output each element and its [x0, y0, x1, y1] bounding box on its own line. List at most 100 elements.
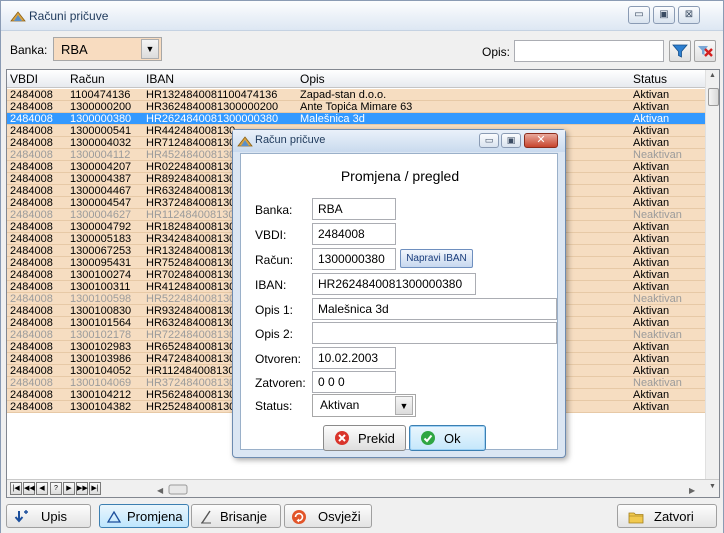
- prekid-button[interactable]: Prekid: [323, 425, 406, 451]
- banka-field[interactable]: RBA: [312, 198, 396, 220]
- table-cell: 1300004467: [70, 185, 132, 197]
- field-label-opis2: Opis 2:: [255, 327, 294, 341]
- previous-page-icon[interactable]: ◀◀: [23, 482, 35, 495]
- scroll-up-icon[interactable]: ▲: [709, 72, 716, 79]
- table-cell: 1300004032: [70, 137, 132, 149]
- svg-text:◀: ◀: [157, 486, 164, 495]
- filter-button[interactable]: [669, 40, 691, 62]
- table-cell: 2484008: [10, 293, 53, 305]
- table-row[interactable]: 2484008 1300000380 HR2624840081300000380 Ma…: [7, 113, 705, 125]
- vbdi-field[interactable]: 2484008: [312, 223, 396, 245]
- table-row[interactable]: 2484008 1100474136 HR1324840081100474136 Za…: [7, 89, 705, 101]
- prekid-label: Prekid: [358, 431, 395, 446]
- title-bar: Računi pričuve ▭ ▣ ⊠: [1, 1, 723, 31]
- table-cell: Aktivan: [633, 173, 670, 185]
- status-select[interactable]: Aktivan ▼: [312, 394, 416, 417]
- refresh-icon: [292, 510, 306, 524]
- dialog-title: Račun pričuve: [255, 134, 326, 146]
- zatvori-button[interactable]: Zatvori: [617, 504, 717, 528]
- banka-label: Banka:: [10, 43, 48, 57]
- table-cell: 2484008: [10, 353, 53, 365]
- last-page-icon[interactable]: ▶|: [89, 482, 101, 495]
- field-label-banka: Banka:: [255, 203, 293, 217]
- table-cell: 2484008: [10, 269, 53, 281]
- field-label-opis1: Opis 1:: [255, 303, 294, 317]
- otvoren-field[interactable]: 10.02.2003: [312, 347, 396, 369]
- column-header-racun[interactable]: Račun: [70, 72, 105, 86]
- napravi-iban-button[interactable]: Napravi IBAN: [400, 249, 473, 268]
- table-cell: 2484008: [10, 245, 53, 257]
- help-icon[interactable]: ?: [50, 482, 62, 495]
- clear-filter-button[interactable]: [694, 40, 716, 62]
- opis1-field[interactable]: Malešnica 3d: [312, 298, 557, 320]
- table-cell: 2484008: [10, 197, 53, 209]
- horizontal-scrollbar[interactable]: ◀ ▶: [157, 484, 702, 495]
- table-cell: Aktivan: [633, 89, 670, 101]
- table-cell: 2484008: [10, 401, 53, 413]
- table-cell: Aktivan: [633, 269, 670, 281]
- table-cell: 1300004112: [70, 149, 131, 161]
- folder-icon: [628, 512, 644, 524]
- ok-button[interactable]: Ok: [409, 425, 486, 451]
- table-cell: 2484008: [10, 305, 53, 317]
- zatvoren-field[interactable]: 0 0 0: [312, 371, 396, 393]
- upis-button[interactable]: Upis: [6, 504, 91, 528]
- osvjezi-button[interactable]: Osvježi: [284, 504, 372, 528]
- brisanje-label: Brisanje: [220, 509, 267, 524]
- first-page-icon[interactable]: |◀: [10, 482, 22, 495]
- dialog-close-button[interactable]: ✕: [524, 133, 558, 148]
- table-cell: 2484008: [10, 281, 53, 293]
- table-cell: 1300102178: [70, 329, 132, 341]
- brisanje-button[interactable]: Brisanje: [191, 504, 281, 528]
- column-header-status[interactable]: Status: [633, 72, 667, 86]
- field-label-vbdi: VBDI:: [255, 228, 287, 242]
- table-cell: 1300004387: [70, 173, 132, 185]
- racun-field[interactable]: 1300000380: [312, 248, 396, 270]
- close-button[interactable]: ⊠: [678, 6, 700, 24]
- column-header-opis[interactable]: Opis: [300, 72, 325, 86]
- column-header-iban[interactable]: IBAN: [146, 72, 174, 86]
- field-label-otvoren: Otvoren:: [255, 352, 302, 366]
- status-chevron-down-icon[interactable]: ▼: [395, 396, 413, 415]
- table-cell: Neaktivan: [633, 329, 682, 341]
- cancel-icon: [335, 431, 349, 445]
- table-cell: 1300000200: [70, 101, 132, 113]
- upis-label: Upis: [41, 509, 68, 524]
- filter-icon: [672, 44, 688, 58]
- table-row[interactable]: 2484008 1300000200 HR3624840081300000200 An…: [7, 101, 705, 113]
- chevron-down-icon[interactable]: ▼: [141, 39, 159, 59]
- previous-record-icon[interactable]: ◀: [36, 482, 48, 495]
- zatvori-label: Zatvori: [654, 509, 694, 524]
- table-cell: HR1324840081100474136: [146, 89, 278, 101]
- field-label-status: Status:: [255, 399, 293, 413]
- table-cell: 2484008: [10, 317, 53, 329]
- minimize-button[interactable]: ▭: [628, 6, 650, 24]
- osvjezi-label: Osvježi: [318, 509, 361, 524]
- table-cell: Neaktivan: [633, 377, 682, 389]
- column-header-vbdi[interactable]: VBDI: [10, 72, 38, 86]
- scroll-down-icon[interactable]: ▼: [709, 483, 716, 490]
- promjena-button[interactable]: Promjena: [99, 504, 189, 528]
- opis2-field[interactable]: [312, 322, 557, 344]
- dialog-minimize-button[interactable]: ▭: [479, 133, 499, 148]
- table-cell: 1300101564: [70, 317, 132, 329]
- iban-field[interactable]: HR2624840081300000380: [312, 273, 476, 295]
- table-cell: Zapad-stan d.o.o.: [300, 89, 387, 101]
- table-cell: 2484008: [10, 257, 53, 269]
- next-record-icon[interactable]: ▶: [63, 482, 75, 495]
- next-page-icon[interactable]: ▶▶: [76, 482, 88, 495]
- maximize-button[interactable]: ▣: [653, 6, 675, 24]
- scrollbar-thumb[interactable]: [708, 88, 719, 106]
- grid-header: VBDI Račun IBAN Opis Status: [7, 70, 705, 88]
- table-cell: 2484008: [10, 233, 53, 245]
- dialog-app-icon: [237, 136, 253, 147]
- table-cell: Aktivan: [633, 245, 670, 257]
- table-cell: HR2624840081300000380: [146, 113, 279, 125]
- banka-select[interactable]: RBA ▼: [53, 37, 162, 61]
- bottom-toolbar: Upis Promjena Brisanje Osvježi Zatvori: [1, 500, 723, 533]
- table-cell: 2484008: [10, 101, 53, 113]
- dialog-maximize-button[interactable]: ▣: [501, 133, 521, 148]
- opis-filter-input[interactable]: [514, 40, 664, 62]
- vertical-scrollbar[interactable]: ▲: [705, 70, 719, 479]
- table-cell: 1300102983: [70, 341, 132, 353]
